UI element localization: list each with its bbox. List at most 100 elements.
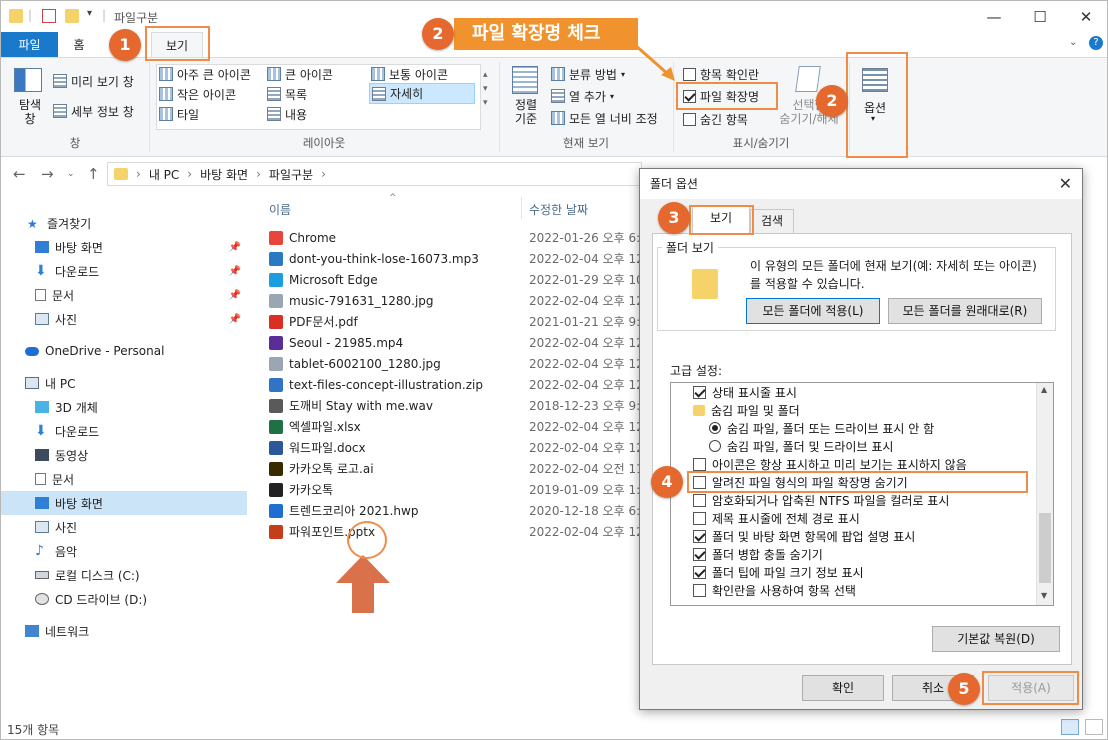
breadcrumb[interactable]: › 내 PC › 바탕 화면 › 파일구분 › — [107, 162, 642, 186]
details-pane-button[interactable]: 세부 정보 창 — [53, 101, 134, 121]
setting-checkbox[interactable] — [693, 457, 706, 471]
hidden-items-checkbox[interactable] — [683, 112, 696, 126]
details-icon — [372, 86, 386, 101]
setting-radio[interactable] — [709, 440, 721, 452]
ribbon-collapse-icon[interactable]: ⌄ — [1069, 37, 1077, 48]
nav-pc-pictures[interactable]: 사진 — [1, 515, 247, 539]
nav-pc-downloads[interactable]: ⬇ 다운로드 — [1, 419, 247, 443]
maximize-button[interactable]: ☐ — [1017, 3, 1063, 31]
nav-onedrive[interactable]: OneDrive - Personal — [1, 339, 247, 363]
layout-extra-large-icons[interactable]: 아주 큰 아이콘 — [159, 64, 251, 84]
breadcrumb-item[interactable]: 파일구분 — [269, 166, 313, 183]
minimize-button[interactable]: — — [971, 3, 1017, 31]
layout-medium-icons[interactable]: 보통 아이콘 — [371, 64, 448, 84]
setting-row[interactable]: 숨김 파일, 폴더 또는 드라이브 표시 안 함 — [709, 419, 934, 437]
restore-defaults-button[interactable]: 기본값 복원(D) — [932, 626, 1060, 652]
group-by-button[interactable]: 분류 방법 ▾ — [551, 64, 625, 84]
scroll-down-icon[interactable]: ▼ — [1041, 591, 1047, 600]
setting-row[interactable]: 폴더 팁에 파일 크기 정보 표시 — [693, 563, 864, 581]
new-folder-icon[interactable] — [65, 9, 79, 23]
tab-file[interactable]: 파일 — [1, 32, 58, 58]
nav-quick-pictures[interactable]: 사진 📌 — [1, 307, 247, 331]
file-type-icon — [269, 251, 283, 266]
nav-network[interactable]: 네트워크 — [1, 619, 247, 643]
hidden-items-toggle[interactable]: 숨긴 항목 — [683, 109, 748, 129]
add-column-button[interactable]: 열 추가 ▾ — [551, 86, 614, 106]
file-name-cell: dont-you-think-lose-16073.mp3 — [269, 251, 521, 266]
breadcrumb-sep: › — [256, 167, 261, 181]
nav-pc-local-disk[interactable]: 로컬 디스크 (C:) — [1, 563, 247, 587]
layout-list[interactable]: 목록 — [267, 84, 307, 104]
nav-pane-button[interactable]: 탐색 창 — [14, 98, 46, 126]
nav-this-pc[interactable]: 내 PC — [1, 371, 247, 395]
close-button[interactable]: ✕ — [1063, 3, 1108, 31]
nav-pc-desktop[interactable]: 바탕 화면 — [1, 491, 247, 515]
layout-details[interactable]: 자세히 — [369, 83, 475, 104]
setting-label: 폴더 팁에 파일 크기 정보 표시 — [712, 565, 864, 580]
large-icons-view-icon[interactable] — [1085, 719, 1103, 735]
setting-checkbox[interactable] — [693, 385, 706, 399]
ok-button[interactable]: 확인 — [802, 675, 884, 701]
breadcrumb-item[interactable]: 바탕 화면 — [200, 166, 248, 183]
up-arrow-annotation-icon — [336, 555, 390, 613]
nav-pc-3d[interactable]: 3D 개체 — [1, 395, 247, 419]
setting-checkbox[interactable] — [693, 583, 706, 597]
setting-row[interactable]: 상태 표시줄 표시 — [693, 383, 797, 401]
setting-checkbox[interactable] — [693, 511, 706, 525]
gallery-scroll-icon[interactable]: ▴ ▾ ▾ — [483, 68, 488, 110]
layout-content[interactable]: 내용 — [267, 104, 307, 124]
setting-row[interactable]: 암호화되거나 압축된 NTFS 파일을 컬러로 표시 — [693, 491, 949, 509]
setting-checkbox[interactable] — [693, 493, 706, 507]
setting-row[interactable]: 폴더 병합 충돌 숨기기 — [693, 545, 823, 563]
reset-folders-button[interactable]: 모든 폴더를 원래대로(R) — [888, 298, 1042, 324]
column-header-date[interactable]: 수정한 날짜 — [529, 201, 588, 218]
setting-checkbox[interactable] — [693, 547, 706, 561]
tab-home[interactable]: 홈 — [61, 32, 97, 58]
nav-pc-documents[interactable]: 문서 — [1, 467, 247, 491]
nav-quick-documents[interactable]: 문서 📌 — [1, 283, 247, 307]
setting-checkbox[interactable] — [693, 565, 706, 579]
apply-to-folders-button[interactable]: 모든 폴더에 적용(L) — [746, 298, 880, 324]
preview-pane-button[interactable]: 미리 보기 창 — [53, 71, 134, 91]
nav-pc-music[interactable]: ♪ 음악 — [1, 539, 247, 563]
file-date: 2019-01-09 오후 1:2 — [529, 483, 648, 497]
layout-small-icons[interactable]: 작은 아이콘 — [159, 84, 236, 104]
properties-icon[interactable] — [42, 9, 56, 23]
setting-radio[interactable] — [709, 422, 721, 434]
recent-dropdown-icon[interactable]: ⌄ — [67, 169, 75, 179]
item-checkboxes-toggle[interactable]: 항목 확인란 — [683, 64, 759, 84]
advanced-settings-list[interactable]: 상태 표시줄 표시 숨김 파일 및 폴더 숨김 파일, 폴더 또는 드라이브 표시 … — [670, 382, 1054, 606]
breadcrumb-item[interactable]: 내 PC — [149, 166, 179, 183]
back-arrow-icon[interactable]: ← — [13, 165, 26, 183]
setting-checkbox[interactable] — [693, 529, 706, 543]
setting-row[interactable]: 숨김 파일 및 폴더 — [693, 401, 800, 419]
file-name: 워드파일.docx — [289, 441, 366, 455]
up-arrow-icon[interactable]: ↑ — [87, 165, 100, 183]
nav-pc-videos[interactable]: 동영상 — [1, 443, 247, 467]
setting-row[interactable]: 제목 표시줄에 전체 경로 표시 — [693, 509, 860, 527]
nav-pc-cd-drive[interactable]: CD 드라이브 (D:) — [1, 587, 247, 611]
setting-row[interactable]: 숨김 파일, 폴더 및 드라이브 표시 — [709, 437, 893, 455]
layout-large-icons[interactable]: 큰 아이콘 — [267, 64, 333, 84]
layout-tiles[interactable]: 타일 — [159, 104, 199, 124]
help-icon[interactable]: ? — [1089, 36, 1103, 50]
column-header-name[interactable]: 이름 — [269, 201, 291, 218]
details-view-icon[interactable] — [1061, 719, 1079, 735]
nav-quick-downloads[interactable]: ⬇ 다운로드 📌 — [1, 259, 247, 283]
dialog-tab-search[interactable]: 검색 — [750, 209, 794, 233]
fit-columns-button[interactable]: 모든 열 너비 조정 — [551, 108, 658, 128]
setting-row[interactable]: 확인란을 사용하여 항목 선택 — [693, 581, 856, 599]
nav-quick-access[interactable]: ★ 즐겨찾기 — [1, 211, 247, 235]
dialog-close-button[interactable]: ✕ — [1059, 169, 1072, 199]
nav-quick-desktop[interactable]: 바탕 화면 📌 — [1, 235, 247, 259]
scroll-thumb[interactable] — [1039, 513, 1051, 583]
settings-scrollbar[interactable]: ▲ ▼ — [1036, 383, 1053, 605]
item-checkboxes-checkbox[interactable] — [683, 67, 696, 81]
quick-access-dropdown-icon[interactable]: ▾ — [87, 8, 92, 19]
apply-button-highlight — [982, 671, 1079, 705]
sort-by-button[interactable]: 정렬 기준 — [506, 98, 546, 126]
document-icon — [35, 473, 46, 485]
scroll-up-icon[interactable]: ▲ — [1041, 385, 1047, 394]
forward-arrow-icon[interactable]: → — [41, 165, 54, 183]
setting-row[interactable]: 폴더 및 바탕 화면 항목에 팝업 설명 표시 — [693, 527, 915, 545]
